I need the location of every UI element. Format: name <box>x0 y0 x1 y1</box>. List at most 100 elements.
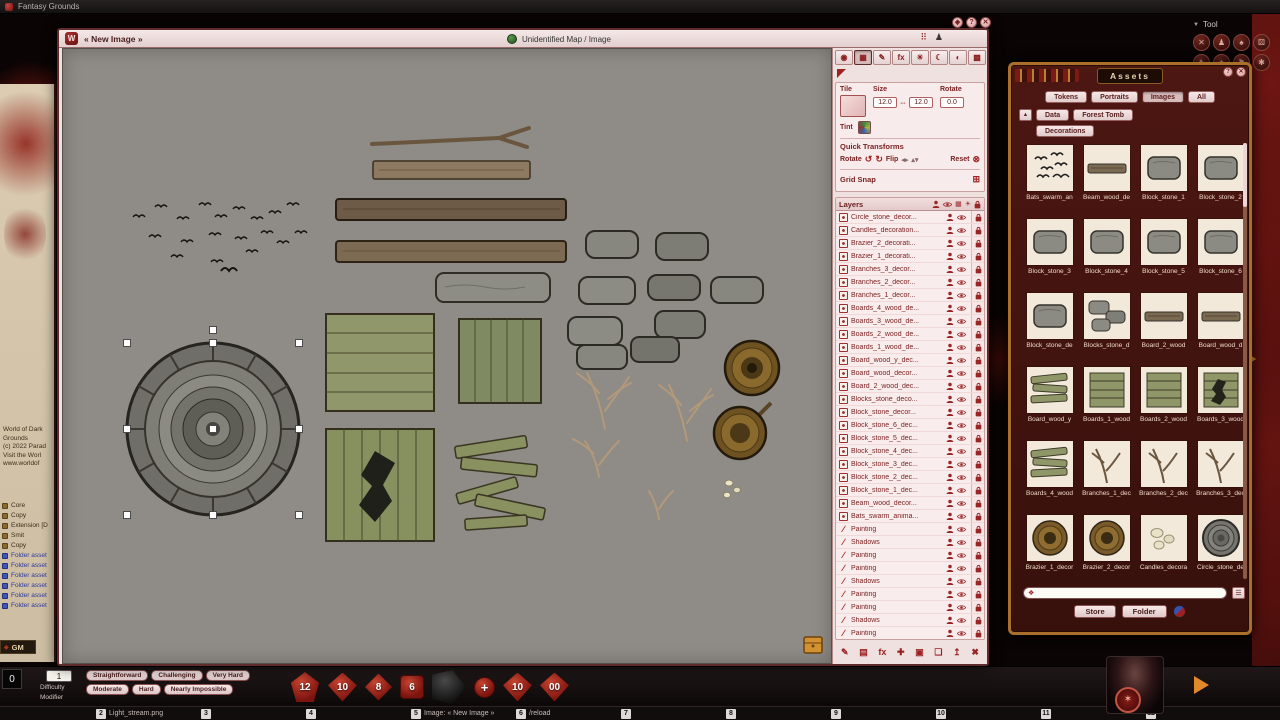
help-button[interactable]: ? <box>1223 67 1233 77</box>
tool-button-characters[interactable]: ♟ <box>1213 34 1230 51</box>
layer-row[interactable]: ∕Shadows <box>836 536 984 549</box>
layer-person-icon[interactable] <box>946 226 954 234</box>
layer-lock-icon[interactable] <box>971 380 984 392</box>
breadcrumb-forest-tomb[interactable]: Forest Tomb <box>1073 109 1133 121</box>
asset-tile[interactable]: Block_stone_6 <box>1192 217 1249 288</box>
layer-row[interactable]: Boards_2_wood_de... <box>836 328 984 341</box>
sidebar-entry[interactable]: Folder asset <box>2 602 48 609</box>
figure-icon[interactable]: ♟ <box>935 32 943 43</box>
radial-menu-button[interactable]: ◈ <box>952 17 963 28</box>
layer-row[interactable]: Board_wood_decor... <box>836 367 984 380</box>
sidebar-entry[interactable]: Folder asset <box>2 552 48 559</box>
flip-vertical-icon[interactable]: ▴▾ <box>911 156 918 164</box>
tint-swatch[interactable] <box>858 121 871 134</box>
layer-row[interactable]: ∕Painting <box>836 549 984 562</box>
layer-person-icon[interactable] <box>946 291 954 299</box>
layers-lock-icon[interactable] <box>974 200 981 209</box>
layer-person-icon[interactable] <box>946 369 954 377</box>
asset-tile[interactable]: Boards_3_wood <box>1192 365 1249 436</box>
sync-icon[interactable] <box>1173 605 1186 618</box>
layer-row[interactable]: Block_stone_3_dec... <box>836 458 984 471</box>
layer-eye-icon[interactable] <box>957 292 966 299</box>
layer-lock-icon[interactable] <box>971 328 984 340</box>
layer-lock-icon[interactable] <box>971 263 984 275</box>
layer-eye-icon[interactable] <box>957 214 966 221</box>
sidebar-entry[interactable]: Extension [D <box>2 522 48 529</box>
sidebar-entry[interactable]: Core <box>2 502 48 509</box>
difficulty-very-hard[interactable]: Very Hard <box>206 670 250 681</box>
layer-lock-icon[interactable] <box>971 237 984 249</box>
layer-person-icon[interactable] <box>946 395 954 403</box>
layer-lock-icon[interactable] <box>971 536 984 548</box>
layer-row[interactable]: Block_stone_2_dec... <box>836 471 984 484</box>
tile-thumbnail[interactable] <box>840 95 866 117</box>
mode-select-button[interactable]: ◉ <box>835 50 853 65</box>
layer-eye-icon[interactable] <box>957 552 966 559</box>
size-width-input[interactable]: 12.0 <box>873 97 897 108</box>
store-button[interactable]: Store <box>1074 605 1115 618</box>
layer-lock-icon[interactable] <box>971 289 984 301</box>
layer-lock-icon[interactable] <box>971 393 984 405</box>
layer-eye-icon[interactable] <box>957 279 966 286</box>
layer-row[interactable]: ∕Painting <box>836 627 984 639</box>
sidebar-entry[interactable]: Copy <box>2 512 48 519</box>
layer-eye-icon[interactable] <box>957 487 966 494</box>
layer-lock-icon[interactable] <box>971 250 984 262</box>
sidebar-entry[interactable]: Folder asset <box>2 592 48 599</box>
asset-tile[interactable]: Boards_4_wood <box>1021 439 1078 510</box>
die-d10[interactable]: 10 <box>328 673 357 702</box>
layer-lock-icon[interactable] <box>971 575 984 587</box>
layer-row[interactable]: Boards_1_wood_de... <box>836 341 984 354</box>
taskbar-item[interactable]: 7 <box>621 709 726 719</box>
layer-row[interactable]: ∕Shadows <box>836 614 984 627</box>
folder-up-button[interactable]: ▲ <box>1019 109 1032 121</box>
sidebar-entry[interactable]: Smit <box>2 532 48 539</box>
layer-row[interactable]: Block_stone_5_dec... <box>836 432 984 445</box>
asset-tile[interactable]: Board_2_wood <box>1135 291 1192 362</box>
difficulty-straightforward[interactable]: Straightforward <box>86 670 148 681</box>
die-add-die[interactable]: + <box>474 677 495 698</box>
layer-person-icon[interactable] <box>946 304 954 312</box>
layer-person-icon[interactable] <box>946 525 954 533</box>
layer-lock-icon[interactable] <box>971 458 984 470</box>
taskbar-item[interactable]: 8 <box>726 709 831 719</box>
layer-row[interactable]: Boards_3_wood_de... <box>836 315 984 328</box>
tab-tokens[interactable]: Tokens <box>1045 91 1087 103</box>
asset-tile[interactable]: Boards_1_wood <box>1078 365 1135 436</box>
layer-lock-icon[interactable] <box>971 484 984 496</box>
layer-row[interactable]: Beam_wood_decor... <box>836 497 984 510</box>
layer-eye-icon[interactable] <box>957 422 966 429</box>
gm-badge[interactable]: ◆ GM <box>0 640 36 654</box>
layer-person-icon[interactable] <box>946 564 954 572</box>
layer-eye-icon[interactable] <box>957 448 966 455</box>
layer-row[interactable]: Circle_stone_decor... <box>836 211 984 224</box>
layers-merge-button[interactable]: ▤ <box>859 647 868 658</box>
layer-row[interactable]: Board_2_wood_dec... <box>836 380 984 393</box>
layer-row[interactable]: ∕Shadows <box>836 575 984 588</box>
close-icon[interactable]: ✕ <box>1236 67 1246 77</box>
asset-tile[interactable]: Board_wood_d <box>1192 291 1249 362</box>
tab-portraits[interactable]: Portraits <box>1091 91 1138 103</box>
asset-tile[interactable]: Block_stone_5 <box>1135 217 1192 288</box>
tool-menu[interactable]: ▼ Tool <box>1193 20 1218 29</box>
layer-person-icon[interactable] <box>946 460 954 468</box>
layer-person-icon[interactable] <box>946 499 954 507</box>
layer-row[interactable]: ∕Painting <box>836 562 984 575</box>
assets-scrollbar[interactable] <box>1243 143 1247 579</box>
layer-person-icon[interactable] <box>946 473 954 481</box>
layers-edit-button[interactable]: ✎ <box>841 647 849 658</box>
layer-eye-icon[interactable] <box>957 526 966 533</box>
layer-lock-icon[interactable] <box>971 614 984 626</box>
layers-move-up-button[interactable]: ↥ <box>953 647 961 658</box>
layer-row[interactable]: ∕Painting <box>836 601 984 614</box>
layer-eye-icon[interactable] <box>957 617 966 624</box>
die-d12[interactable]: 12 <box>290 672 320 702</box>
taskbar-item[interactable]: 9 <box>831 709 936 719</box>
reset-icon[interactable]: ⊗ <box>972 154 980 165</box>
layer-row[interactable]: Board_wood_y_dec... <box>836 354 984 367</box>
layers-grid-icon[interactable]: ▦ <box>955 200 962 208</box>
taskbar-item[interactable]: 2Light_stream.png <box>96 709 201 719</box>
layer-lock-icon[interactable] <box>971 549 984 561</box>
layer-eye-icon[interactable] <box>957 604 966 611</box>
layer-row[interactable]: Blocks_stone_deco... <box>836 393 984 406</box>
